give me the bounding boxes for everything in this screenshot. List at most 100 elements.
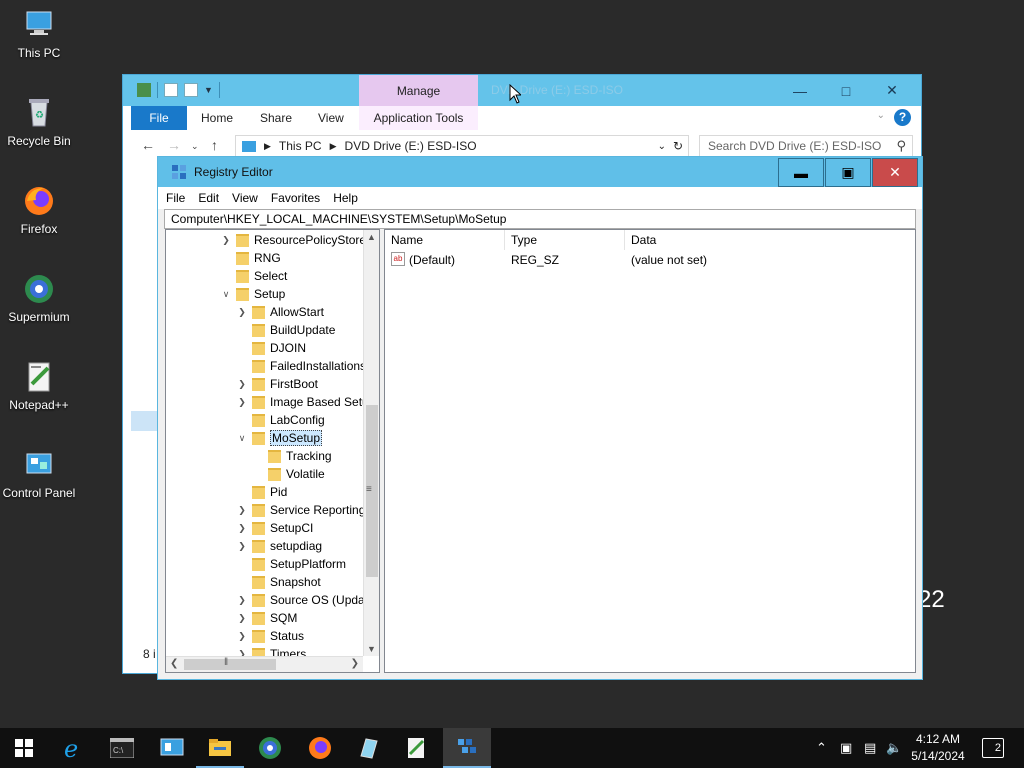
- menu-help[interactable]: Help: [333, 191, 358, 205]
- explorer-close-button[interactable]: ✕: [869, 75, 915, 106]
- tree-node[interactable]: LabConfig: [236, 411, 325, 429]
- breadcrumb-location[interactable]: DVD Drive (E:) ESD-ISO: [345, 139, 477, 153]
- meet-now-icon[interactable]: ▣: [840, 740, 852, 756]
- properties-qat-icon[interactable]: [164, 83, 178, 97]
- taskbar-clock[interactable]: 4:12 AM 5/14/2024: [908, 731, 968, 765]
- tab-home[interactable]: Home: [201, 106, 233, 130]
- tree-node[interactable]: ❯ Image Based Setup: [236, 393, 363, 411]
- regedit-close-button[interactable]: ✕: [872, 158, 918, 187]
- regedit-titlebar[interactable]: Registry Editor ▬ ▣ ✕: [158, 157, 922, 187]
- collapse-arrow-icon[interactable]: ∨: [236, 433, 248, 444]
- qat-dropdown-icon[interactable]: ▼: [204, 85, 213, 95]
- tree-node[interactable]: Pid: [236, 483, 287, 501]
- recent-locations-icon[interactable]: ⌄: [191, 141, 199, 152]
- explorer-titlebar[interactable]: ▼ Manage DVD Drive (E:) ESD-ISO — □ ✕: [123, 75, 921, 106]
- address-dropdown-icon[interactable]: ⌄: [658, 141, 666, 152]
- forward-arrow-icon[interactable]: →: [167, 137, 181, 153]
- column-header-type[interactable]: Type: [505, 230, 625, 250]
- taskbar-ie-button[interactable]: e: [50, 728, 98, 768]
- regedit-maximize-button[interactable]: ▣: [825, 158, 871, 187]
- tree-node[interactable]: ❯ AllowStart: [236, 303, 324, 321]
- expand-arrow-icon[interactable]: ❯: [236, 613, 248, 624]
- tree-node[interactable]: Snapshot: [236, 573, 321, 591]
- registry-values-pane[interactable]: Name Type Data ab (Default) REG_SZ (valu…: [384, 229, 916, 673]
- tab-view[interactable]: View: [318, 106, 344, 130]
- scroll-thumb[interactable]: [184, 659, 276, 670]
- menu-view[interactable]: View: [232, 191, 258, 205]
- explorer-minimize-button[interactable]: —: [777, 75, 823, 106]
- tree-node[interactable]: ❯ ResourcePolicyStore: [220, 231, 363, 249]
- column-header-name[interactable]: Name: [385, 230, 505, 250]
- explorer-search-input[interactable]: Search DVD Drive (E:) ESD-ISO ⚲: [699, 135, 913, 157]
- desktop-icon-supermium[interactable]: Supermium: [0, 272, 78, 324]
- registry-tree-pane[interactable]: ❯ ResourcePolicyStore RNG Select ∨ Setup ❯ Allo…: [165, 229, 380, 673]
- registry-editor-window[interactable]: Registry Editor ▬ ▣ ✕ File Edit View Fav…: [157, 156, 923, 680]
- tree-node[interactable]: ∨ MoSetup: [236, 429, 323, 447]
- expand-arrow-icon[interactable]: ❯: [236, 541, 248, 552]
- tab-application-tools[interactable]: Application Tools: [359, 106, 478, 130]
- address-bar[interactable]: ▶ This PC ▶ DVD Drive (E:) ESD-ISO ⌄ ↻: [235, 135, 689, 157]
- taskbar-supermium-button[interactable]: [246, 728, 294, 768]
- expand-arrow-icon[interactable]: ❯: [220, 235, 232, 246]
- tree-node[interactable]: ❯ FirstBoot: [236, 375, 318, 393]
- tree-node[interactable]: BuildUpdate: [236, 321, 335, 339]
- scroll-up-icon[interactable]: ▲: [367, 232, 376, 242]
- registry-value-row[interactable]: ab (Default) REG_SZ (value not set): [385, 251, 915, 269]
- tree-node[interactable]: DJOIN: [236, 339, 306, 357]
- desktop-icon-this-pc[interactable]: This PC: [0, 8, 78, 60]
- new-folder-qat-icon[interactable]: [184, 83, 198, 97]
- expand-arrow-icon[interactable]: ❯: [236, 523, 248, 534]
- tree-node[interactable]: Select: [220, 267, 287, 285]
- tree-node[interactable]: Tracking: [252, 447, 332, 465]
- menu-favorites[interactable]: Favorites: [271, 191, 320, 205]
- column-header-data[interactable]: Data: [625, 230, 915, 250]
- desktop-icon-firefox[interactable]: Firefox: [0, 184, 78, 236]
- tab-share[interactable]: Share: [260, 106, 292, 130]
- expand-arrow-icon[interactable]: ❯: [236, 379, 248, 390]
- regedit-minimize-button[interactable]: ▬: [778, 158, 824, 187]
- taskbar-server-manager-button[interactable]: [148, 728, 196, 768]
- tree-vertical-scrollbar[interactable]: ▲ ≡ ▼: [363, 230, 379, 656]
- tree-node[interactable]: Volatile: [252, 465, 325, 483]
- taskbar-firefox-button[interactable]: [296, 728, 344, 768]
- desktop-icon-control-panel[interactable]: Control Panel: [0, 448, 78, 500]
- breadcrumb-this-pc[interactable]: This PC: [279, 139, 322, 153]
- tree-node[interactable]: SetupPlatform: [236, 555, 346, 573]
- taskbar-notepadpp-button[interactable]: [392, 728, 440, 768]
- up-arrow-icon[interactable]: ↑: [211, 137, 218, 153]
- tree-node[interactable]: ❯ Source OS (Updated): [236, 591, 363, 609]
- expand-arrow-icon[interactable]: ❯: [236, 397, 248, 408]
- tree-node[interactable]: ❯ SQM: [236, 609, 297, 627]
- taskbar-file-explorer-button[interactable]: [196, 728, 244, 768]
- tree-node[interactable]: ❯ setupdiag: [236, 537, 322, 555]
- tab-file[interactable]: File: [131, 106, 187, 130]
- taskbar-tablet-button[interactable]: [344, 728, 392, 768]
- expand-arrow-icon[interactable]: ❯: [236, 505, 248, 516]
- show-hidden-icons-icon[interactable]: ⌃: [816, 740, 827, 756]
- refresh-icon[interactable]: ↻: [673, 139, 683, 153]
- tree-node[interactable]: ❯ Service Reporting: [236, 501, 363, 519]
- notification-center-button[interactable]: 2: [982, 738, 1004, 758]
- expand-arrow-icon[interactable]: ❯: [236, 631, 248, 642]
- menu-file[interactable]: File: [166, 191, 185, 205]
- scroll-down-icon[interactable]: ▼: [367, 644, 376, 654]
- expand-arrow-icon[interactable]: ❯: [236, 595, 248, 606]
- taskbar-regedit-button[interactable]: [443, 728, 491, 768]
- explorer-maximize-button[interactable]: □: [823, 75, 869, 106]
- tree-node[interactable]: RNG: [220, 249, 281, 267]
- tree-node[interactable]: ❯ Timers: [236, 645, 306, 656]
- start-button[interactable]: [0, 728, 48, 768]
- tree-horizontal-scrollbar[interactable]: ❮ ‖ ❯: [166, 656, 363, 672]
- taskbar-cmd-button[interactable]: C:\: [98, 728, 146, 768]
- expand-arrow-icon[interactable]: ❯: [236, 307, 248, 318]
- explorer-selected-row[interactable]: [131, 411, 157, 431]
- tree-node[interactable]: FailedInstallations: [236, 357, 363, 375]
- menu-edit[interactable]: Edit: [198, 191, 219, 205]
- scroll-left-icon[interactable]: ❮: [170, 658, 178, 669]
- tree-node[interactable]: ∨ Setup: [220, 285, 286, 303]
- ribbon-expand-icon[interactable]: ⌄: [877, 110, 885, 121]
- tree-node[interactable]: ❯ Status: [236, 627, 304, 645]
- collapse-arrow-icon[interactable]: ∨: [220, 289, 232, 300]
- scroll-right-icon[interactable]: ❯: [351, 658, 359, 669]
- back-arrow-icon[interactable]: ←: [141, 137, 155, 153]
